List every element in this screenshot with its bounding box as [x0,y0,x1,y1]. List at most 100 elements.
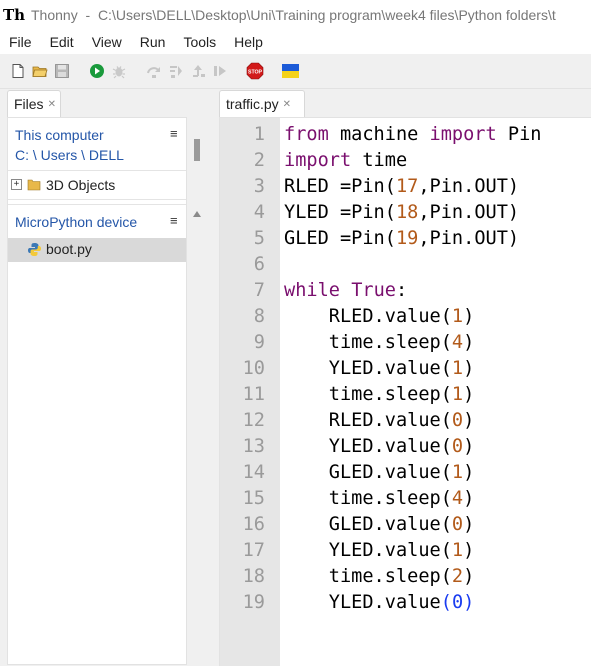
step-into-icon[interactable] [168,63,184,79]
tab-files[interactable]: Files ✕ [7,90,61,117]
resume-icon[interactable] [212,63,228,79]
code-text: while True: [284,278,407,304]
code-text: GLED.value(0) [284,512,475,538]
matched-bracket-token: ( [440,592,452,613]
code-text: time.sleep(4) [284,486,475,512]
current-path[interactable]: C: \ Users \ DELL [15,147,124,163]
save-icon[interactable] [54,63,70,79]
code-line[interactable]: 7 while True: [220,278,591,304]
code-line[interactable]: 9 time.sleep(4) [220,330,591,356]
scroll-up-arrow-icon[interactable] [193,211,201,217]
code-token: time [351,150,408,171]
menu-help[interactable]: Help [225,30,272,54]
code-token: time.sleep( [284,332,452,353]
tab-files-label: Files [14,96,44,112]
code-line[interactable]: 16 GLED.value(0) [220,512,591,538]
code-token: ) [463,514,475,535]
number-token: 1 [451,462,464,483]
files-scrollbar[interactable] [190,117,204,665]
code-text: RLED.value(0) [284,408,475,434]
step-over-icon[interactable] [146,63,162,79]
code-line[interactable]: 2 import time [220,148,591,174]
code-token: ,Pin.OUT) [418,202,520,223]
code-line[interactable]: 4 YLED =Pin(18,Pin.OUT) [220,200,591,226]
menu-run[interactable]: Run [131,30,175,54]
code-line[interactable]: 8 RLED.value(1) [220,304,591,330]
code-token: ) [463,540,475,561]
code-token: ) [463,488,475,509]
code-token: RLED.value( [284,410,452,431]
code-token: GLED.value( [284,514,452,535]
menu-bar: File Edit View Run Tools Help [0,30,591,54]
run-icon[interactable] [89,63,105,79]
code-line[interactable]: 14 GLED.value(1) [220,460,591,486]
number-token: 17 [395,176,419,197]
matched-bracket-token: 0 [451,592,464,613]
divider [8,204,186,205]
divider [8,170,186,171]
code-token: machine [328,124,430,145]
number-token: 1 [451,384,464,405]
line-number: 4 [253,202,265,223]
open-folder-icon[interactable] [32,63,48,79]
line-number: 7 [253,280,265,301]
code-text: GLED =Pin(19,Pin.OUT) [284,226,519,252]
line-number: 3 [253,176,265,197]
new-file-icon[interactable] [10,63,26,79]
code-editor[interactable]: 1 from machine import Pin 2 import time 3 RLE… [219,117,591,666]
keyword-token: True [351,280,396,301]
expand-plus-icon[interactable]: + [11,179,22,190]
code-line[interactable]: 13 YLED.value(0) [220,434,591,460]
code-line[interactable]: 3 RLED =Pin(17,Pin.OUT) [220,174,591,200]
code-token: time.sleep( [284,384,452,405]
code-line[interactable]: 6 [220,252,591,278]
window-title: Thonny - C:\Users\DELL\Desktop\Uni\Train… [31,7,556,23]
close-icon[interactable]: ✕ [48,99,56,110]
menu-icon[interactable]: ≡ [170,213,178,228]
tab-traffic-py-label: traffic.py [226,96,279,112]
code-line[interactable]: 5 GLED =Pin(19,Pin.OUT) [220,226,591,252]
code-token: time.sleep( [284,566,452,587]
python-file-icon [28,243,41,256]
code-line[interactable]: 19 YLED.value(0) [220,590,591,616]
code-token: GLED =Pin( [284,228,396,249]
code-token: RLED.value( [284,306,452,327]
toolbar: STOP [0,54,591,89]
code-line[interactable]: 12 RLED.value(0) [220,408,591,434]
close-icon[interactable]: ✕ [283,99,291,110]
code-line[interactable]: 10 YLED.value(1) [220,356,591,382]
menu-icon[interactable]: ≡ [170,126,178,141]
number-token: 0 [451,410,464,431]
code-line[interactable]: 18 time.sleep(2) [220,564,591,590]
stop-icon[interactable]: STOP [246,62,264,80]
list-item[interactable]: + 3D Objects [8,174,186,198]
scrollbar-thumb[interactable] [194,139,200,161]
number-token: 4 [451,488,464,509]
menu-view[interactable]: View [83,30,131,54]
code-text: time.sleep(4) [284,330,475,356]
title-bar: Th Thonny - C:\Users\DELL\Desktop\Uni\Tr… [0,0,591,30]
number-token: 0 [451,436,464,457]
code-line[interactable]: 17 YLED.value(1) [220,538,591,564]
menu-tools[interactable]: Tools [174,30,225,54]
code-text: YLED.value(0) [284,590,475,616]
files-browser: This computer ≡ C: \ Users \ DELL + 3D O… [7,117,187,665]
keyword-token: import [284,150,352,171]
step-out-icon[interactable] [190,63,206,79]
menu-edit[interactable]: Edit [41,30,83,54]
debug-icon[interactable] [111,63,127,79]
number-token: 4 [451,332,464,353]
code-line[interactable]: 1 from machine import Pin [220,122,591,148]
list-item[interactable]: boot.py [8,238,186,262]
code-token: YLED =Pin( [284,202,396,223]
code-token: ) [463,358,475,379]
code-line[interactable]: 11 time.sleep(1) [220,382,591,408]
code-text: from machine import Pin [284,122,541,148]
menu-file[interactable]: File [0,30,41,54]
line-number: 16 [242,514,265,535]
code-line[interactable]: 15 time.sleep(4) [220,486,591,512]
stop-label: STOP [248,69,263,75]
ukraine-flag-icon[interactable] [282,64,299,78]
tab-traffic-py[interactable]: traffic.py ✕ [219,90,305,117]
keyword-token: import [429,124,497,145]
